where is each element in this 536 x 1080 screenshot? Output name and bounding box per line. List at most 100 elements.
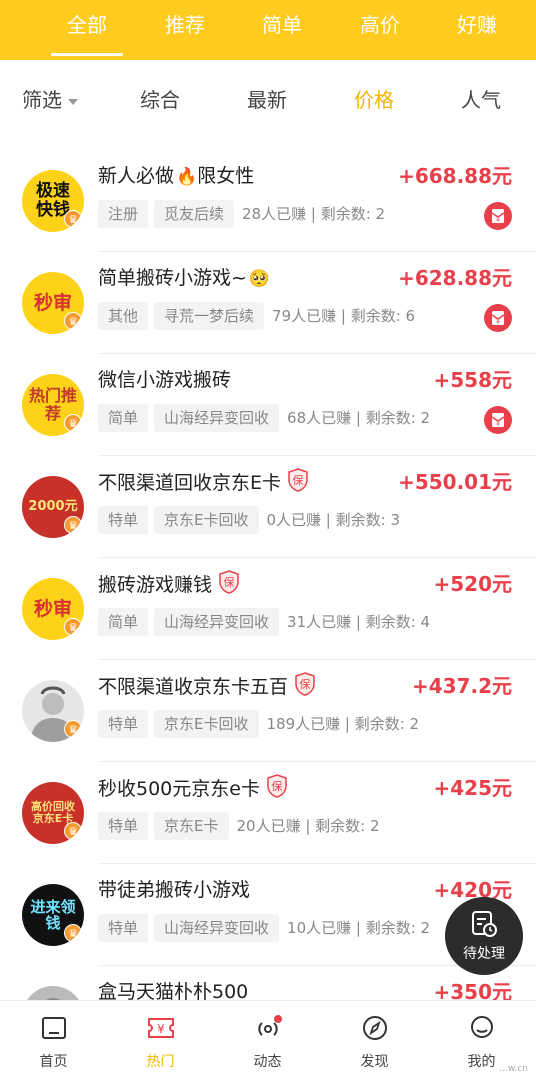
task-avatar: 极速快钱 ♛ [22,170,84,232]
user-icon [470,1016,493,1038]
crown-icon: ♛ [64,924,82,942]
guarantee-shield-icon: 保 [288,468,308,492]
task-project-tag: 京东E卡回收 [154,506,259,534]
bottom-nav: 首页 ¥ 热门 动态 发现 我的 ...w.cn [0,1000,536,1080]
filter-label: 筛选 [22,88,62,112]
task-title: 不限渠道回收京东E卡保 [98,468,309,496]
task-type-tag: 简单 [98,608,149,636]
task-project-tag: 京东E卡回收 [154,710,259,738]
pending-tasks-button[interactable]: 待处理 [445,897,523,975]
task-title: 新人必做 🔥限女性 [98,162,254,190]
sort-filter-bar: 筛选 综合 最新 价格 人气 [0,60,536,140]
task-tags: 特单 京东E卡 20人已赚 | 剩余数: 2 [98,812,380,840]
task-tags: 特单 京东E卡回收 0人已赚 | 剩余数: 3 [98,506,400,534]
task-stats: 79人已赚 | 剩余数: 6 [272,307,416,325]
task-title-text: 微信小游戏搬砖 [98,369,232,391]
nav-hot[interactable]: ¥ 热门 [107,1001,214,1080]
task-project-tag: 寻荒一梦后续 [154,302,265,330]
task-price: +350元 [433,980,512,1000]
pending-label: 待处理 [463,946,505,962]
sort-latest[interactable]: 最新 [247,85,287,115]
task-type-tag: 特单 [98,506,149,534]
fire-emoji: 🔥 [176,167,198,187]
guarantee-shield-icon: 保 [219,570,239,594]
task-avatar: 进来领钱 ♛ [22,884,84,946]
task-stats: 10人已赚 | 剩余数: 2 [287,919,431,937]
task-title: 盒马天猫朴朴500 [98,978,248,1000]
task-type-tag: 特单 [98,710,149,738]
task-row[interactable]: 盒马天猫朴朴500 +350元 [0,966,536,1000]
task-price: +425元 [433,776,512,800]
task-type-tag: 其他 [98,302,149,330]
task-tags: 注册 觅友后续 28人已赚 | 剩余数: 2 [98,200,385,228]
caret-down-icon [68,98,78,105]
task-title: 搬砖游戏赚钱保 [98,570,240,598]
task-row[interactable]: ♛ 不限渠道收京东卡五百保 +437.2元 特单 京东E卡回收 189人已赚 | 剩… [0,660,536,762]
task-row[interactable]: 秒审 ♛ 搬砖游戏赚钱保 +520元 简单 山海经异变回收 31人已赚 | 剩余数:… [0,558,536,660]
sort-popularity[interactable]: 人气 [461,85,501,115]
task-price: +520元 [433,572,512,596]
task-title-text: 搬砖游戏赚钱 [98,574,213,596]
tab-simple[interactable]: 简单 [232,0,332,60]
portrait-image [45,998,61,1000]
sort-price[interactable]: 价格 [354,85,394,115]
guarantee-shield-icon: 保 [267,774,287,798]
task-tags: 简单 山海经异变回收 31人已赚 | 剩余数: 4 [98,608,430,636]
nav-discover[interactable]: 发现 [321,1001,428,1080]
task-list: 极速快钱 ♛ 新人必做 🔥限女性 +668.88元 注册 觅友后续 28人已赚 | 剩… [0,150,536,1000]
task-title-text: 秒收500元京东e卡 [98,778,260,800]
task-row[interactable]: 高价回收京东E卡 ♛ 秒收500元京东e卡保 +425元 特单 京东E卡 20人已赚… [0,762,536,864]
red-envelope-icon: ¥ [484,202,512,230]
clipboard-clock-icon [472,911,497,937]
task-avatar: 2000元 ♛ [22,476,84,538]
svg-text:保: 保 [271,779,282,793]
task-price: +668.88元 [398,164,512,188]
task-price: +550.01元 [398,470,512,494]
task-title-text: 不限渠道收京东卡五百 [98,676,289,698]
task-row[interactable]: 2000元 ♛ 不限渠道回收京东E卡保 +550.01元 特单 京东E卡回收 0人已… [0,456,536,558]
task-row[interactable]: 热门推荐 ♛ 微信小游戏搬砖 +558元 简单 山海经异变回收 68人已赚 | 剩余… [0,354,536,456]
task-stats: 31人已赚 | 剩余数: 4 [287,613,431,631]
tab-high-price[interactable]: 高价 [330,0,430,60]
sort-comprehensive[interactable]: 综合 [140,85,180,115]
task-type-tag: 简单 [98,404,149,432]
tab-recommended[interactable]: 推荐 [135,0,235,60]
task-tags: 其他 寻荒一梦后续 79人已赚 | 剩余数: 6 [98,302,415,330]
nav-hot-label: 热门 [146,1054,175,1070]
task-row[interactable]: 秒审 ♛ 简单搬砖小游戏~ 🥺 +628.88元 其他 寻荒一梦后续 79人已赚 | … [0,252,536,354]
task-price: +437.2元 [411,674,512,698]
crown-icon: ♛ [64,210,82,228]
task-stats: 0人已赚 | 剩余数: 3 [266,511,401,529]
crown-icon: ♛ [64,822,82,840]
tab-all[interactable]: 全部 [37,0,137,60]
crown-icon: ♛ [64,618,82,636]
svg-text:保: 保 [224,575,235,589]
task-project-tag: 山海经异变回收 [154,608,280,636]
filter-button[interactable]: 筛选 [22,85,78,115]
task-tags: 特单 京东E卡回收 189人已赚 | 剩余数: 2 [98,710,419,738]
task-price: +628.88元 [398,266,512,290]
task-tags: 特单 山海经异变回收 10人已赚 | 剩余数: 2 [98,914,430,942]
task-project-tag: 觅友后续 [154,200,235,228]
tab-easy-money[interactable]: 好赚 [427,0,527,60]
task-title-text: 带徒弟搬砖小游戏 [98,879,251,901]
svg-text:保: 保 [293,473,304,487]
task-title-text: 盒马天猫朴朴500 [98,981,249,1000]
nav-activity[interactable]: 动态 [214,1001,321,1080]
crown-icon: ♛ [64,516,82,534]
compass-icon [362,1016,387,1040]
crown-icon: ♛ [64,312,82,330]
task-avatar: 秒审 ♛ [22,272,84,334]
task-title-text: 不限渠道回收京东E卡 [98,472,282,494]
top-tab-bar: 全部 推荐 简单 高价 好赚 [0,0,536,60]
task-row[interactable]: 极速快钱 ♛ 新人必做 🔥限女性 +668.88元 注册 觅友后续 28人已赚 | 剩… [0,150,536,252]
task-avatar: 高价回收京东E卡 ♛ [22,782,84,844]
crown-icon: ♛ [64,720,82,738]
nav-home[interactable]: 首页 [0,1001,107,1080]
svg-text:¥: ¥ [157,1022,165,1036]
pleading-emoji: 🥺 [248,269,271,289]
svg-text:保: 保 [300,677,311,691]
task-avatar: 秒审 ♛ [22,578,84,640]
task-type-tag: 注册 [98,200,149,228]
ticket-yen-icon: ¥ [147,1018,174,1038]
